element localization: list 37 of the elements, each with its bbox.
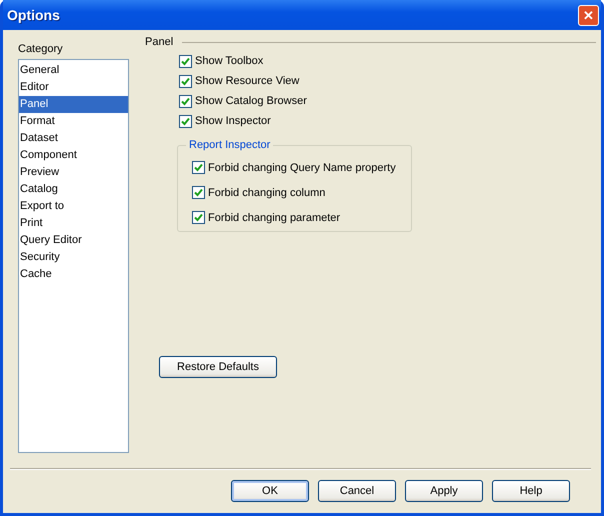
restore-defaults-button[interactable]: Restore Defaults <box>159 356 277 378</box>
close-button[interactable]: ✕ <box>578 4 599 26</box>
group-title: Report Inspector <box>186 139 274 151</box>
category-item[interactable]: Print <box>19 215 128 232</box>
dialog-button[interactable]: Apply <box>405 480 483 502</box>
category-item[interactable]: Editor <box>19 79 128 96</box>
checkbox[interactable] <box>192 186 205 199</box>
checkbox-label: Show Resource View <box>195 75 300 87</box>
checkbox[interactable] <box>179 74 192 88</box>
category-item[interactable]: Catalog <box>19 181 128 198</box>
checkbox-label: Show Toolbox <box>195 55 264 67</box>
section-title: Panel <box>145 36 174 48</box>
checkbox-label: Show Catalog Browser <box>195 95 307 107</box>
dialog-button[interactable]: OK <box>231 480 309 502</box>
category-item[interactable]: General <box>19 62 128 79</box>
category-item[interactable]: Security <box>19 249 128 266</box>
checkbox[interactable] <box>179 94 192 108</box>
category-item[interactable]: Export to <box>19 198 128 215</box>
checkbox[interactable] <box>179 114 192 128</box>
checkbox[interactable] <box>192 211 205 224</box>
checkbox-label: Show Inspector <box>195 115 271 127</box>
checkbox[interactable] <box>179 54 192 68</box>
dialog-button[interactable]: Cancel <box>318 480 396 502</box>
checkbox-label: Forbid changing Query Name property <box>208 162 396 174</box>
checkbox[interactable] <box>192 161 205 174</box>
checkbox-label: Forbid changing parameter <box>208 212 340 224</box>
category-item[interactable]: Preview <box>19 164 128 181</box>
checkbox-label: Forbid changing column <box>208 186 326 198</box>
category-item[interactable]: Query Editor <box>19 232 128 249</box>
category-label: Category <box>18 43 64 57</box>
window-title: Options <box>7 7 60 23</box>
dialog-button[interactable]: Help <box>492 480 570 502</box>
category-item[interactable]: Dataset <box>19 130 128 147</box>
category-item[interactable]: Format <box>19 113 128 130</box>
category-item[interactable]: Component <box>19 147 128 164</box>
category-item[interactable]: Cache <box>19 266 128 283</box>
category-item[interactable]: Panel <box>19 96 128 113</box>
